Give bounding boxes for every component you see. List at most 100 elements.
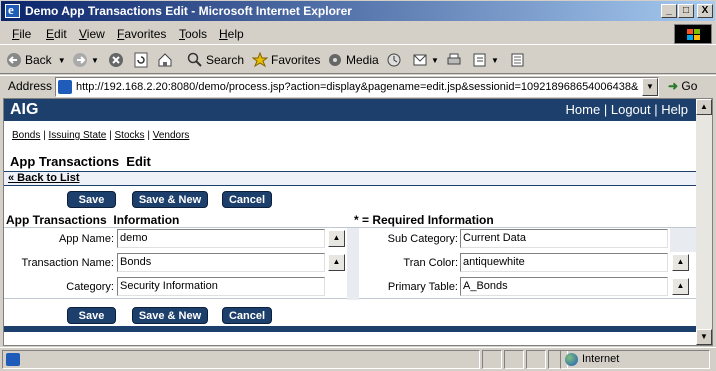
home-link[interactable]: Home xyxy=(566,102,601,117)
primary-table-field[interactable]: A_Bonds xyxy=(460,277,668,296)
maximize-button[interactable]: □ xyxy=(678,4,694,18)
menu-bar: File Edit View Favorites Tools Help xyxy=(0,23,716,45)
media-icon xyxy=(329,54,341,66)
menu-edit[interactable]: Edit xyxy=(46,27,67,41)
media-button[interactable]: Media xyxy=(327,49,379,71)
scroll-down-icon[interactable]: ▼ xyxy=(696,329,712,345)
nav-links: Bonds | Issuing State | Stocks | Vendors xyxy=(12,130,189,141)
edit-button[interactable]: ▼ xyxy=(472,49,499,71)
back-arrow-icon xyxy=(7,53,21,67)
ie-icon xyxy=(5,2,20,18)
vertical-scrollbar[interactable]: ▲ ▼ xyxy=(696,99,712,345)
nav-bonds[interactable]: Bonds xyxy=(12,130,40,141)
save-new-button-bottom[interactable]: Save & New xyxy=(132,307,208,324)
discuss-icon xyxy=(511,53,524,67)
minimize-button[interactable]: _ xyxy=(661,4,677,18)
back-to-list-link[interactable]: « Back to List xyxy=(8,172,80,184)
page-icon xyxy=(58,80,72,94)
go-button[interactable]: ➜ Go xyxy=(668,79,697,93)
cancel-button[interactable]: Cancel xyxy=(222,191,272,208)
forward-arrow-icon xyxy=(73,53,87,67)
dropdown-arrow-icon: ▼ xyxy=(431,55,439,65)
status-pane xyxy=(482,350,502,369)
status-pane xyxy=(526,350,546,369)
page-title: App Transactions Edit xyxy=(10,154,151,169)
transaction-name-label: Transaction Name: xyxy=(21,257,114,269)
menu-favorites[interactable]: Favorites xyxy=(117,27,166,41)
sub-category-label: Sub Category: xyxy=(387,233,458,245)
expand-up-icon[interactable]: ▲ xyxy=(328,230,345,247)
section-title: App Transactions Information xyxy=(6,213,180,227)
status-main xyxy=(2,350,480,369)
nav-issuing-state[interactable]: Issuing State xyxy=(49,130,107,141)
favorites-label: Favorites xyxy=(271,53,321,67)
search-button[interactable]: Search xyxy=(187,49,244,71)
save-button[interactable]: Save xyxy=(67,191,116,208)
address-dropdown-icon[interactable]: ▼ xyxy=(642,78,658,96)
mail-icon xyxy=(413,54,427,66)
expand-up-icon[interactable]: ▲ xyxy=(672,278,689,295)
menu-tools[interactable]: Tools xyxy=(179,27,207,41)
cancel-button-bottom[interactable]: Cancel xyxy=(222,307,272,324)
menu-view[interactable]: View xyxy=(79,27,105,41)
tran-color-field[interactable]: antiquewhite xyxy=(460,253,668,272)
scroll-up-icon[interactable]: ▲ xyxy=(696,99,712,115)
menu-file[interactable]: File xyxy=(12,27,31,41)
page-viewport: AIG Home | Logout | Help Bonds | Issuing… xyxy=(3,98,713,346)
zone-label: Internet xyxy=(582,353,620,365)
tran-color-label: Tran Color: xyxy=(403,257,458,269)
search-icon xyxy=(187,52,202,67)
logout-link[interactable]: Logout xyxy=(611,102,651,117)
save-button-bottom[interactable]: Save xyxy=(67,307,116,324)
back-button[interactable]: Back ▼ xyxy=(6,49,66,71)
form-grid: App Name: demo ▲ Transaction Name: Bonds… xyxy=(4,227,696,300)
title-bar: Demo App Transactions Edit - Microsoft I… xyxy=(0,0,716,22)
history-icon xyxy=(387,53,401,67)
print-icon xyxy=(447,53,461,65)
link-separator: | xyxy=(603,102,611,117)
status-bar: Internet xyxy=(0,347,716,371)
top-links: Home | Logout | Help xyxy=(566,102,688,117)
app-name-label: App Name: xyxy=(58,233,114,245)
refresh-button[interactable] xyxy=(133,49,152,71)
primary-table-label: Primary Table: xyxy=(387,281,458,293)
site-banner: AIG Home | Logout | Help xyxy=(4,99,696,121)
category-field[interactable]: Security Information xyxy=(117,277,325,296)
nav-stocks[interactable]: Stocks xyxy=(115,130,145,141)
favorites-button[interactable]: Favorites xyxy=(252,49,320,71)
home-icon xyxy=(158,53,172,67)
help-link[interactable]: Help xyxy=(661,102,688,117)
expand-up-icon[interactable]: ▲ xyxy=(672,254,689,271)
brand-logo: AIG xyxy=(10,101,39,118)
search-label: Search xyxy=(206,53,245,67)
status-pane xyxy=(504,350,524,369)
menu-help[interactable]: Help xyxy=(219,27,244,41)
go-arrow-icon: ➜ xyxy=(668,79,679,93)
transaction-name-field[interactable]: Bonds xyxy=(117,253,325,272)
mail-button[interactable]: ▼ xyxy=(412,49,439,71)
discuss-button[interactable] xyxy=(510,49,529,71)
address-label: Address xyxy=(8,79,53,93)
forward-button[interactable]: ▼ xyxy=(72,49,99,71)
save-new-button[interactable]: Save & New xyxy=(132,191,208,208)
edit-icon xyxy=(473,53,486,67)
category-label: Category: xyxy=(66,281,114,293)
address-url[interactable]: http://192.168.2.20:8080/demo/process.js… xyxy=(76,81,638,93)
back-bar: « Back to List xyxy=(4,171,696,186)
stop-icon xyxy=(109,53,123,67)
address-input[interactable]: http://192.168.2.20:8080/demo/process.js… xyxy=(55,77,659,97)
globe-icon xyxy=(565,353,578,366)
home-button[interactable] xyxy=(157,49,176,71)
sub-category-field[interactable]: Current Data xyxy=(460,229,668,248)
close-button[interactable]: X xyxy=(697,4,713,18)
stop-button[interactable] xyxy=(108,49,127,71)
nav-vendors[interactable]: Vendors xyxy=(153,130,190,141)
toolbar: Back ▼ ▼ Search Favorites Media ▼ ▼ xyxy=(0,46,716,74)
history-button[interactable] xyxy=(386,49,405,71)
dropdown-arrow-icon: ▼ xyxy=(57,55,66,65)
dropdown-arrow-icon: ▼ xyxy=(491,55,499,65)
address-bar: Address http://192.168.2.20:8080/demo/pr… xyxy=(0,75,716,97)
print-button[interactable] xyxy=(446,49,465,71)
app-name-field[interactable]: demo xyxy=(117,229,325,248)
expand-up-icon[interactable]: ▲ xyxy=(328,254,345,271)
